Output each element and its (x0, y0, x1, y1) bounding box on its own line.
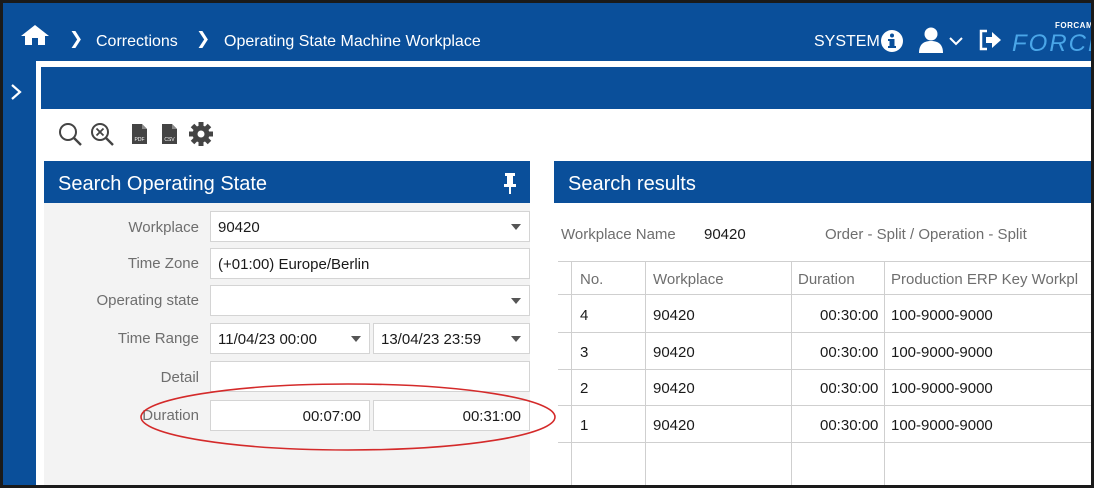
search-panel-header: Search Operating State (44, 161, 530, 203)
table-row-erp-key[interactable]: 100-9000-9000 (891, 307, 993, 324)
table-row-workplace[interactable]: 90420 (653, 344, 695, 361)
operating-state-label: Operating state (96, 292, 199, 309)
logout-icon[interactable] (978, 29, 1002, 51)
table-row-duration[interactable]: 00:30:00 (820, 417, 878, 434)
chevron-right-icon: ❯ (196, 29, 211, 48)
chevron-right-icon: ❯ (69, 29, 84, 48)
svg-text:CSV: CSV (164, 137, 175, 143)
time-range-label: Time Range (117, 330, 199, 347)
table-row-no[interactable]: 4 (580, 307, 588, 324)
user-icon[interactable] (918, 26, 944, 54)
column-header-no[interactable]: No. (580, 271, 603, 288)
column-header-erp-key[interactable]: Production ERP Key Workpl (891, 271, 1078, 288)
clear-search-icon[interactable] (89, 120, 115, 148)
user-name: SYSTEM (814, 33, 880, 50)
workplace-select[interactable]: 90420 (210, 211, 530, 242)
time-range-to-select[interactable]: 13/04/23 23:59 (373, 323, 530, 354)
content-header-band (41, 67, 1091, 109)
top-header: ❯ Corrections ❯ Operating State Machine … (3, 3, 1091, 61)
column-header-duration[interactable]: Duration (798, 271, 855, 288)
csv-export-icon[interactable]: CSV (159, 120, 179, 148)
home-icon[interactable] (20, 24, 50, 46)
time-zone-field[interactable]: (+01:00) Europe/Berlin (210, 248, 530, 279)
table-row-workplace[interactable]: 90420 (653, 307, 695, 324)
table-row-no[interactable]: 3 (580, 344, 588, 361)
pdf-export-icon[interactable]: PDF (129, 120, 149, 148)
chevron-down-icon[interactable] (948, 35, 964, 47)
time-zone-label: Time Zone (127, 255, 199, 272)
forcam-logo: FORCAM FORCE (1012, 21, 1091, 57)
expand-sidebar-icon[interactable] (9, 82, 23, 102)
table-row-no[interactable]: 2 (580, 380, 588, 397)
svg-text:PDF: PDF (135, 137, 145, 143)
table-row-workplace[interactable]: 90420 (653, 380, 695, 397)
dropdown-arrow-icon (511, 224, 521, 230)
info-icon[interactable] (880, 29, 904, 53)
dropdown-arrow-icon (511, 336, 521, 342)
highlight-annotation (140, 383, 556, 451)
operating-state-select[interactable] (210, 285, 530, 316)
results-panel-title: Search results (568, 173, 696, 195)
search-icon[interactable] (57, 120, 83, 148)
table-row-no[interactable]: 1 (580, 417, 588, 434)
table-row-erp-key[interactable]: 100-9000-9000 (891, 380, 993, 397)
column-header-workplace[interactable]: Workplace (653, 271, 724, 288)
table-row-erp-key[interactable]: 100-9000-9000 (891, 344, 993, 361)
table-row-duration[interactable]: 00:30:00 (820, 307, 878, 324)
workplace-name-label: Workplace Name (561, 226, 676, 243)
time-range-from-select[interactable]: 11/04/23 00:00 (210, 323, 370, 354)
dropdown-arrow-icon (511, 298, 521, 304)
breadcrumb-current-page[interactable]: Operating State Machine Workplace (224, 33, 481, 50)
app-window: ❯ Corrections ❯ Operating State Machine … (0, 0, 1094, 488)
pin-icon[interactable] (503, 172, 517, 194)
workplace-label: Workplace (128, 219, 199, 236)
results-panel-header: Search results (554, 161, 1091, 203)
search-panel-title: Search Operating State (58, 173, 268, 195)
breadcrumb-corrections[interactable]: Corrections (96, 33, 178, 50)
table-row-duration[interactable]: 00:30:00 (820, 380, 878, 397)
order-split-label: Order - Split / Operation - Split (825, 226, 1027, 243)
settings-icon[interactable] (187, 120, 215, 148)
results-table: No. Workplace Duration Production ERP Ke… (558, 261, 1091, 485)
table-row-erp-key[interactable]: 100-9000-9000 (891, 417, 993, 434)
workplace-name-value: 90420 (704, 226, 746, 243)
dropdown-arrow-icon (351, 336, 361, 342)
table-row-workplace[interactable]: 90420 (653, 417, 695, 434)
table-row-duration[interactable]: 00:30:00 (820, 344, 878, 361)
